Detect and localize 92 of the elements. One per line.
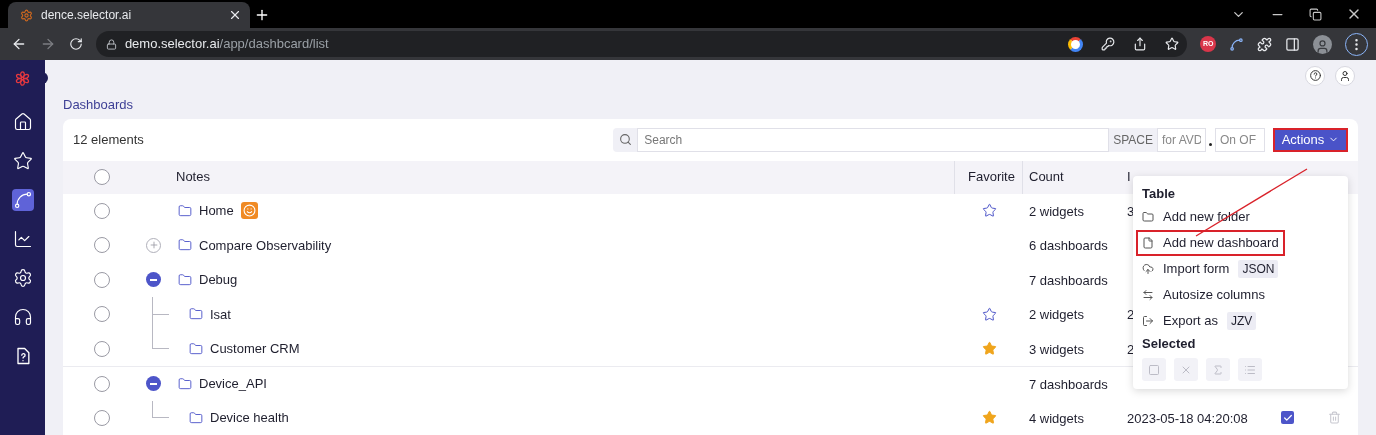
key-icon[interactable] <box>1101 37 1116 51</box>
favorite-star-icon[interactable] <box>981 306 997 322</box>
cloud-upload-icon <box>1142 263 1154 275</box>
menu-item[interactable]: Autosize columns <box>1136 282 1271 308</box>
dashboard-name[interactable]: Customer CRM <box>210 339 300 359</box>
count-cell: 3 widgets <box>1029 341 1084 357</box>
dashboard-name[interactable]: Debug <box>199 270 238 290</box>
search-field[interactable]: Search <box>637 127 1110 152</box>
count-cell: 7 dashboards <box>1029 272 1108 288</box>
url-text: demo.selector.ai/app/dashbcard/list <box>124 35 330 54</box>
folder-icon <box>178 238 192 253</box>
actions-button[interactable]: Actions <box>1273 127 1348 152</box>
square-icon <box>1148 363 1160 376</box>
reload-icon[interactable] <box>68 37 83 51</box>
column-header[interactable]: Count <box>1029 167 1064 187</box>
page-title: Dashboards <box>63 96 134 115</box>
element-count: 12 elements <box>73 130 144 149</box>
column-header[interactable]: Notes <box>176 167 210 187</box>
double-arrow-icon <box>1142 289 1154 301</box>
close-icon[interactable] <box>228 8 242 22</box>
table-cell: 2023-05-18 04:20:08 <box>1127 410 1248 426</box>
favorite-star-icon[interactable] <box>981 203 997 219</box>
row-select-radio[interactable] <box>93 409 110 426</box>
row-select-radio[interactable] <box>93 340 110 357</box>
menu-item[interactable]: Export as JZV <box>1136 308 1263 334</box>
avatar-icon[interactable] <box>1313 34 1333 54</box>
folder-icon <box>189 410 203 425</box>
bookmark-star-icon[interactable] <box>1165 37 1180 51</box>
folder-icon <box>178 203 192 218</box>
folder-icon <box>189 307 203 322</box>
favorite-star-icon[interactable] <box>981 410 997 426</box>
collapse-icon[interactable] <box>146 376 161 392</box>
tree-line <box>152 400 169 418</box>
menu-item[interactable]: Import form JSON <box>1136 256 1285 282</box>
sum-icon <box>1212 363 1224 376</box>
collapse-icon[interactable] <box>146 272 161 288</box>
sidebar-curve-button[interactable] <box>11 189 34 211</box>
google-icon[interactable] <box>1068 36 1084 52</box>
tab-title: dence.selector.ai <box>41 7 133 24</box>
lock-icon <box>105 38 117 50</box>
new-tab-icon[interactable] <box>254 7 270 23</box>
filter-field[interactable]: On OF <box>1215 127 1265 152</box>
browser-tab[interactable]: dence.selector.ai <box>8 2 250 28</box>
folder-icon <box>178 376 192 391</box>
format-tag: JZV <box>1226 312 1257 330</box>
menu-item[interactable]: Add new dashboard <box>1136 230 1285 256</box>
dashboard-name[interactable]: Device_API <box>199 374 267 394</box>
count-cell: 4 widgets <box>1029 410 1084 426</box>
restore-icon[interactable] <box>1309 7 1322 21</box>
extension-icon[interactable] <box>1229 36 1245 52</box>
side-panel-icon[interactable] <box>1285 36 1301 52</box>
folder-icon <box>189 341 203 356</box>
count-cell: 7 dashboards <box>1029 376 1108 392</box>
count-cell: 2 widgets <box>1029 203 1084 219</box>
dashboard-name[interactable]: Compare Observability <box>199 235 332 255</box>
row-checkbox[interactable] <box>1281 411 1294 425</box>
row-select-radio[interactable] <box>93 202 110 219</box>
menu-section-title: Selected <box>1141 335 1197 354</box>
folder-icon <box>178 272 192 287</box>
search-icon <box>613 127 638 152</box>
select-all-radio[interactable] <box>93 169 110 185</box>
dashboard-name[interactable]: Device health <box>210 408 289 428</box>
column-header[interactable]: Favorite <box>968 167 1015 187</box>
user-icon <box>1339 69 1351 82</box>
filter-field[interactable]: for AVD <box>1157 127 1206 152</box>
address-field[interactable]: demo.selector.ai/app/dashbcard/list <box>95 31 1188 57</box>
export-icon <box>1142 315 1154 327</box>
logo-icon <box>14 70 31 87</box>
format-tag: JSON <box>1238 260 1279 278</box>
favorite-star-icon[interactable] <box>981 341 997 357</box>
menu-section-title: Table <box>1141 185 1176 204</box>
back-icon[interactable] <box>11 36 27 52</box>
dashboard-name[interactable]: Isat <box>210 304 231 324</box>
space-label: SPACE <box>1109 127 1157 152</box>
puzzle-icon[interactable] <box>1257 36 1273 52</box>
list-icon <box>1244 363 1256 376</box>
row-select-radio[interactable] <box>93 375 110 392</box>
user-button[interactable] <box>1335 65 1355 86</box>
share-icon[interactable] <box>1133 37 1148 51</box>
help-button[interactable] <box>1305 65 1325 86</box>
folder-icon <box>1142 211 1154 223</box>
row-select-radio[interactable] <box>93 237 110 254</box>
row-select-radio[interactable] <box>93 271 110 288</box>
gear-icon <box>20 8 33 22</box>
row-select-radio[interactable] <box>93 306 110 323</box>
help-icon <box>1308 69 1322 83</box>
dashboard-name[interactable]: Home <box>199 201 234 221</box>
count-cell: 2 widgets <box>1029 307 1084 323</box>
sidebar-star-button[interactable] <box>11 150 34 172</box>
file-icon <box>1142 237 1154 249</box>
column-header[interactable]: I <box>1127 167 1131 187</box>
count-cell: 6 dashboards <box>1029 238 1108 254</box>
